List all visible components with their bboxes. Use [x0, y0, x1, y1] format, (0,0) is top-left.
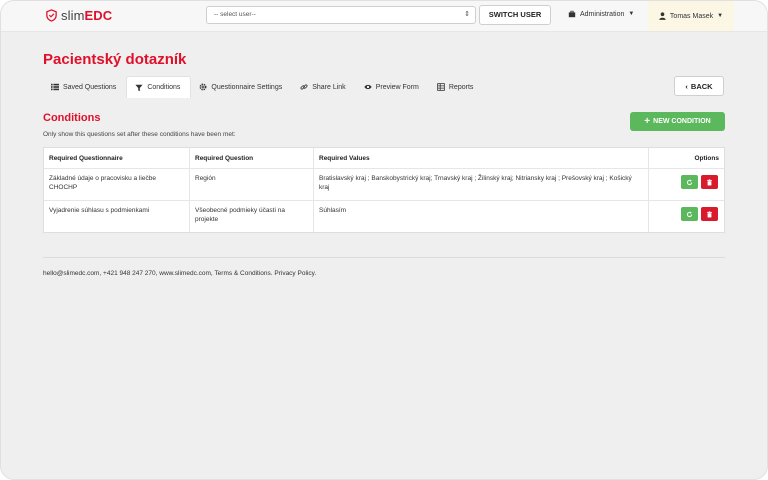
new-condition-label: NEW CONDITION [653, 118, 711, 125]
tab-label: Saved Questions [63, 83, 117, 91]
new-condition-button[interactable]: + NEW CONDITION [630, 112, 725, 131]
back-button[interactable]: ‹ BACK [674, 76, 724, 96]
tab-label: Reports [448, 83, 474, 91]
header-required-values: Required Values [313, 148, 648, 168]
table-row: Vyjadrenie súhlasu s podmienkami Všeobec… [44, 201, 724, 232]
plus-icon: + [644, 115, 651, 127]
chevron-down-icon: ▼ [717, 13, 724, 19]
cell-questionnaire: Vyjadrenie súhlasu s podmienkami [49, 207, 150, 214]
conditions-table: Required Questionnaire Required Question… [43, 147, 725, 233]
edit-condition-button[interactable] [681, 207, 698, 221]
briefcase-icon [568, 10, 576, 18]
cell-options [648, 169, 724, 200]
list-icon [51, 83, 59, 91]
shield-logo-icon [46, 9, 57, 22]
administration-menu[interactable]: Administration ▼ [568, 10, 634, 18]
switch-user-button[interactable]: SWITCH USER [479, 5, 551, 25]
table-header-row: Required Questionnaire Required Question… [44, 148, 724, 169]
user-icon [659, 12, 666, 20]
user-name: Tomas Masek [669, 12, 714, 20]
administration-label: Administration [580, 10, 625, 18]
header-required-questionnaire: Required Questionnaire [49, 155, 123, 162]
section-title: Conditions [43, 112, 101, 124]
back-label: BACK [690, 81, 713, 91]
user-select-value: -- select user-- [214, 11, 256, 18]
header-options: Options [648, 148, 724, 168]
table-icon [437, 83, 445, 91]
filter-icon [135, 84, 143, 91]
select-arrows-icon: ⇕ [464, 11, 470, 18]
refresh-icon [686, 179, 693, 185]
user-menu[interactable]: Tomas Masek ▼ [648, 1, 734, 31]
tab-label: Share Link [312, 83, 346, 91]
page-title: Pacientský dotazník [43, 51, 187, 68]
tab-reports[interactable]: Reports [429, 76, 484, 98]
trash-icon [707, 178, 712, 185]
footer-divider [43, 257, 725, 258]
cell-values: Bratislavský kraj ; Banskobystrický kraj… [313, 169, 648, 200]
header-required-question: Required Question [189, 148, 313, 168]
top-navbar: slimEDC -- select user-- ⇕ SWITCH USER A… [1, 1, 767, 32]
tab-label: Conditions [147, 84, 181, 91]
cell-options [648, 201, 724, 232]
tab-saved-questions[interactable]: Saved Questions [43, 76, 126, 98]
cell-questionnaire: Základné údaje o pracovisku a liečbe CHO… [49, 175, 156, 191]
eye-icon [364, 84, 372, 90]
delete-condition-button[interactable] [701, 207, 718, 221]
tab-questionnaire-settings[interactable]: Questionnaire Settings [191, 76, 292, 98]
gear-icon [199, 83, 207, 91]
trash-icon [707, 210, 712, 217]
link-icon [300, 84, 308, 90]
footer-text: hello@slimedc.com, +421 948 247 270, www… [43, 270, 317, 277]
refresh-icon [686, 211, 693, 217]
edit-condition-button[interactable] [681, 175, 698, 189]
cell-question: Región [189, 169, 313, 200]
cell-values: Súhlasím [313, 201, 648, 232]
section-subtitle: Only show this questions set after these… [43, 131, 236, 138]
tab-conditions[interactable]: Conditions [126, 76, 192, 98]
user-select[interactable]: -- select user-- ⇕ [206, 6, 476, 24]
app-window: slimEDC -- select user-- ⇕ SWITCH USER A… [0, 0, 768, 480]
delete-condition-button[interactable] [701, 175, 718, 189]
questionnaire-tabs: Saved Questions Conditions Questionnaire… [43, 76, 483, 98]
tab-share-link[interactable]: Share Link [292, 76, 355, 98]
tab-label: Preview Form [375, 83, 419, 91]
chevron-down-icon: ▼ [628, 11, 635, 17]
cell-question: Všeobecné podmieky účasti na projekte [189, 201, 313, 232]
chevron-left-icon: ‹ [685, 81, 688, 91]
tab-label: Questionnaire Settings [211, 83, 283, 91]
brand-logo[interactable]: slimEDC [45, 8, 112, 23]
tab-preview-form[interactable]: Preview Form [356, 76, 429, 98]
table-row: Základné údaje o pracovisku a liečbe CHO… [44, 169, 724, 201]
brand-name: slimEDC [61, 8, 113, 23]
